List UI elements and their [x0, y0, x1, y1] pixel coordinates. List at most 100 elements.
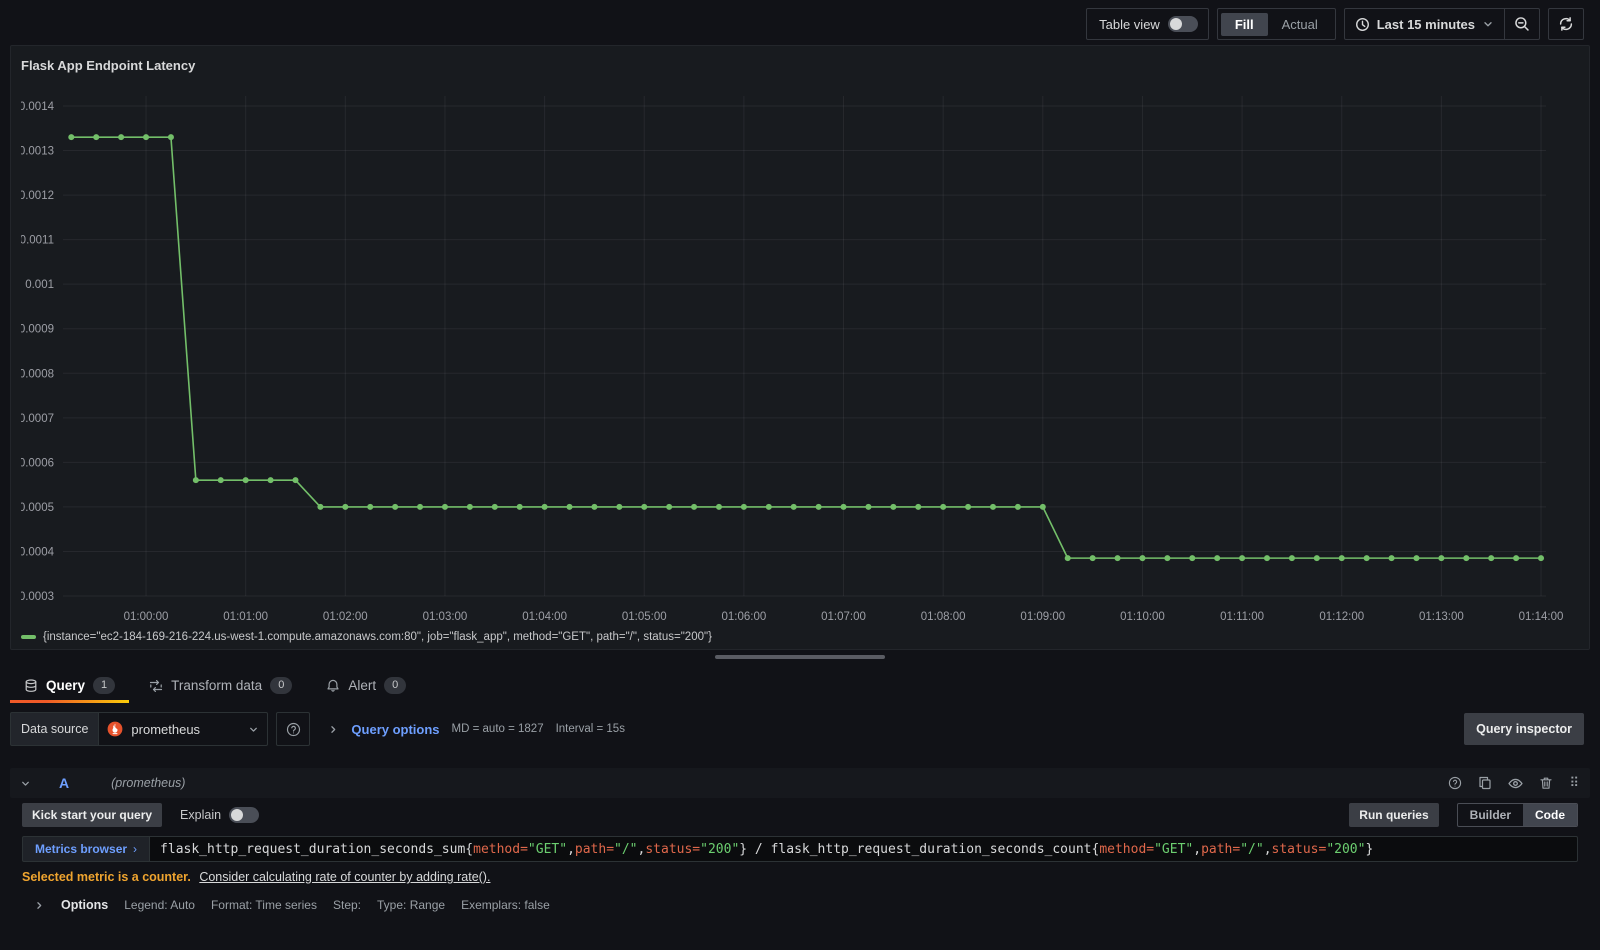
tab-query-label: Query — [46, 678, 86, 693]
bell-icon — [327, 679, 339, 692]
collapse-chevron-icon[interactable] — [20, 778, 31, 789]
query-options-toggle[interactable]: Query options MD = auto = 1827 Interval … — [328, 712, 625, 746]
metrics-browser-toggle[interactable]: Metrics browser › — [22, 836, 150, 862]
svg-text:01:00:00: 01:00:00 — [124, 611, 169, 623]
options-exemplars-stat: Exemplars: false — [461, 898, 550, 912]
drag-handle-icon[interactable]: ⠿ — [1569, 775, 1580, 791]
svg-text:01:08:00: 01:08:00 — [921, 611, 966, 623]
options-step-stat: Step: — [332, 898, 362, 912]
eye-icon — [1508, 778, 1524, 788]
zoom-out-button[interactable] — [1505, 9, 1539, 39]
legend-series-label: {instance="ec2-184-169-216-224.us-west-1… — [43, 631, 712, 643]
datasource-label: Data source — [10, 712, 99, 746]
code-button[interactable]: Code — [1523, 804, 1577, 826]
refresh-button[interactable] — [1549, 9, 1583, 39]
svg-text:01:03:00: 01:03:00 — [423, 611, 468, 623]
promql-query-input[interactable]: flask_http_request_duration_seconds_sum{… — [149, 836, 1578, 862]
top-toolbar: Table view Fill Actual Last 15 minutes — [1086, 8, 1584, 40]
time-series-chart[interactable]: 01:00:00 01:01:00 01:02:00 01:03:00 01:04:00… — [21, 91, 1581, 631]
tab-query[interactable]: Query 1 — [10, 670, 130, 703]
max-data-points-stat: MD = auto = 1827 — [451, 723, 544, 735]
options-format-stat: Format: Time series — [210, 898, 317, 912]
tab-transform-badge: 0 — [270, 677, 293, 694]
query-inspector-button[interactable]: Query inspector — [1464, 713, 1584, 745]
copy-icon — [1479, 776, 1492, 790]
svg-text:0.0005: 0.0005 — [21, 502, 54, 514]
query-help-button[interactable] — [1448, 776, 1462, 790]
query-datasource-hint: (prometheus) — [111, 776, 186, 790]
kick-start-query-button[interactable]: Kick start your query — [22, 803, 163, 827]
svg-text:0.001: 0.001 — [25, 279, 54, 291]
actual-button[interactable]: Actual — [1268, 13, 1332, 36]
svg-text:01:14:00: 01:14:00 — [1519, 611, 1564, 623]
disable-query-button[interactable] — [1508, 776, 1524, 791]
query-refid[interactable]: A — [59, 775, 69, 791]
svg-text:01:04:00: 01:04:00 — [522, 611, 567, 623]
datasource-value: prometheus — [131, 721, 201, 737]
query-editor: Kick start your query Explain Run querie… — [22, 802, 1578, 912]
svg-text:01:12:00: 01:12:00 — [1319, 611, 1364, 623]
tab-alert[interactable]: Alert 0 — [312, 670, 420, 703]
chevron-down-icon — [1484, 22, 1492, 27]
chevron-right-icon: › — [133, 842, 138, 856]
svg-text:01:07:00: 01:07:00 — [821, 611, 866, 623]
run-queries-button[interactable]: Run queries — [1349, 803, 1439, 827]
duplicate-query-button[interactable] — [1478, 776, 1492, 790]
explain-label: Explain — [180, 808, 222, 822]
datasource-row: Data source prometheus Query options MD … — [10, 712, 1584, 746]
database-icon — [25, 678, 37, 692]
svg-text:01:11:00: 01:11:00 — [1220, 611, 1264, 623]
svg-text:0.0014: 0.0014 — [21, 101, 55, 113]
counter-warning-row: Selected metric is a counter. Consider c… — [22, 870, 1578, 884]
tab-transform-data[interactable]: Transform data 0 — [135, 670, 306, 703]
svg-text:01:05:00: 01:05:00 — [622, 611, 667, 623]
trash-icon — [1540, 777, 1553, 789]
panel-title: Flask App Endpoint Latency — [21, 58, 196, 73]
time-range-picker[interactable]: Last 15 minutes — [1345, 9, 1504, 39]
panel-resize-handle[interactable] — [715, 655, 885, 659]
toggle-knob — [231, 809, 244, 821]
time-range-label: Last 15 minutes — [1376, 16, 1475, 32]
svg-text:0.0008: 0.0008 — [21, 368, 54, 380]
options-row: Options Legend: Auto Format: Time series… — [22, 898, 1578, 912]
svg-text:0.0009: 0.0009 — [21, 324, 54, 336]
explain-toggle[interactable] — [229, 807, 260, 823]
svg-text:01:01:00: 01:01:00 — [223, 611, 268, 623]
table-view-toggle[interactable] — [1167, 16, 1198, 32]
time-controls: Last 15 minutes — [1343, 8, 1540, 40]
refresh-icon — [1559, 17, 1573, 31]
svg-text:01:09:00: 01:09:00 — [1020, 611, 1065, 623]
chevron-right-icon[interactable] — [34, 900, 45, 911]
chevron-right-icon — [331, 725, 336, 733]
editor-tabs: Query 1 Transform data 0 Alert 0 — [10, 670, 420, 703]
options-label[interactable]: Options — [61, 898, 108, 912]
warning-text: Selected metric is a counter. — [22, 870, 191, 884]
editor-toolbar-row: Kick start your query Explain Run querie… — [22, 802, 1578, 828]
query-text: flask_http_request_duration_seconds_sum{… — [160, 841, 1374, 857]
clock-icon — [1355, 17, 1369, 31]
warning-rate-link[interactable]: Consider calculating rate of counter by … — [199, 870, 490, 884]
builder-button[interactable]: Builder — [1458, 804, 1523, 826]
tab-alert-label: Alert — [348, 678, 377, 693]
svg-text:0.0004: 0.0004 — [21, 546, 55, 558]
explain-control: Explain — [180, 807, 260, 823]
fill-button[interactable]: Fill — [1220, 12, 1268, 36]
datasource-picker[interactable]: prometheus — [98, 712, 269, 746]
legend-item[interactable]: {instance="ec2-184-169-216-224.us-west-1… — [21, 631, 712, 643]
zoom-out-icon — [1515, 17, 1529, 31]
remove-query-button[interactable] — [1539, 776, 1553, 790]
chevron-down-icon — [250, 727, 258, 732]
tab-transform-label: Transform data — [171, 678, 263, 693]
info-circle-icon — [1449, 776, 1462, 790]
tab-alert-badge: 0 — [384, 677, 407, 694]
fill-actual-switch: Fill Actual — [1216, 8, 1336, 40]
query-row-header: A (prometheus) ⠿ — [10, 768, 1590, 798]
transform-icon — [150, 679, 163, 692]
svg-text:0.0012: 0.0012 — [21, 190, 54, 202]
table-view-label: Table view — [1099, 16, 1160, 32]
tab-query-badge: 1 — [93, 677, 116, 694]
datasource-help-button[interactable] — [276, 712, 311, 746]
options-type-stat: Type: Range — [377, 898, 446, 912]
prometheus-icon — [108, 721, 123, 737]
